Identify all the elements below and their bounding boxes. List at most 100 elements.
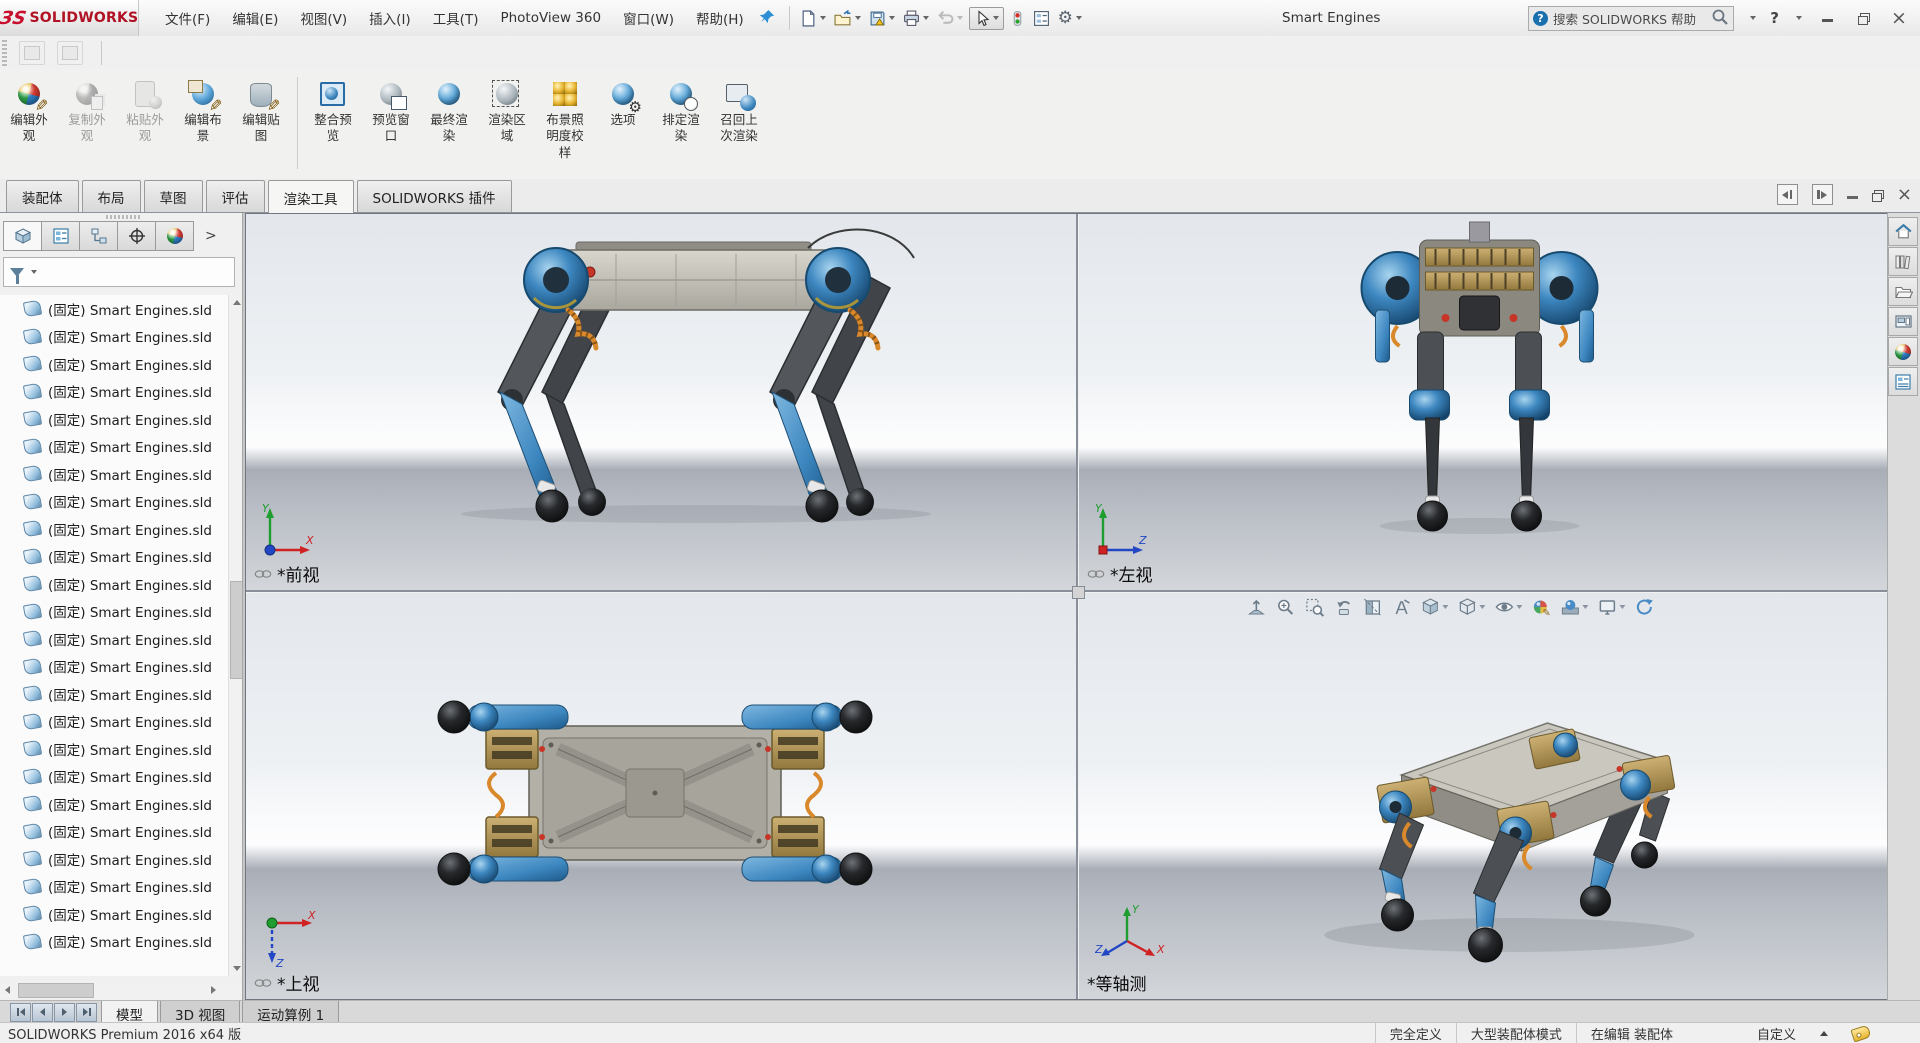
appearances-scenes-icon[interactable] — [1888, 337, 1918, 366]
apply-scene-icon[interactable] — [1560, 597, 1588, 617]
copy-appearance-button[interactable]: 复制外观 — [58, 77, 116, 147]
restore-button[interactable] — [1852, 9, 1874, 27]
doc-close-button[interactable]: × — [1897, 184, 1912, 205]
featuremanager-tree-icon[interactable] — [3, 221, 42, 251]
pane-next-button[interactable] — [1812, 184, 1833, 205]
commandmanager-tab[interactable]: 布局 — [82, 180, 141, 212]
tree-item[interactable]: (固定) Smart Engines.sld — [0, 405, 245, 433]
close-button[interactable]: × — [1888, 7, 1910, 29]
render-region-button[interactable]: 渲染区域 — [478, 77, 536, 147]
new-document-icon[interactable] — [798, 7, 828, 30]
minimize-button[interactable] — [1816, 9, 1838, 27]
viewport-left[interactable]: Y Z *左视 — [1079, 214, 1887, 590]
search-dropdown[interactable] — [1747, 16, 1756, 20]
tree-item[interactable]: (固定) Smart Engines.sld — [0, 570, 245, 598]
menu-item[interactable]: PhotoView 360 — [490, 4, 611, 32]
viewport-front[interactable]: Y X *前视 — [246, 214, 1076, 590]
menu-item[interactable]: 编辑(E) — [222, 2, 288, 34]
annotation-view-icon[interactable] — [1391, 597, 1411, 617]
view-orientation-icon[interactable] — [1420, 597, 1448, 617]
tree-item[interactable]: (固定) Smart Engines.sld — [0, 323, 245, 351]
customize-caret-icon[interactable] — [1820, 1031, 1828, 1036]
rotate-view-icon[interactable] — [1634, 597, 1654, 617]
hide-show-items-icon[interactable] — [1494, 597, 1522, 617]
panel-tabs-overflow-icon[interactable]: > — [205, 228, 217, 244]
tag-icon[interactable] — [1850, 1024, 1871, 1042]
options-gear-icon[interactable]: ⚙ — [1056, 5, 1084, 31]
propertymanager-icon[interactable] — [41, 221, 80, 251]
viewport-splitter-handle[interactable] — [1072, 586, 1085, 599]
final-render-button[interactable]: 最终渲染 — [420, 77, 478, 147]
display-style-icon[interactable] — [1457, 597, 1485, 617]
tree-item[interactable]: (固定) Smart Engines.sld — [0, 763, 245, 791]
commandmanager-tab[interactable]: 草图 — [144, 180, 203, 212]
panel-resize-handle[interactable] — [106, 215, 140, 219]
custom-properties-icon[interactable] — [1888, 367, 1918, 396]
view-settings-icon[interactable] — [1597, 597, 1625, 617]
next-tab-icon[interactable] — [54, 1003, 75, 1022]
select-cursor-icon[interactable] — [969, 7, 1004, 30]
print-icon[interactable] — [901, 7, 931, 30]
displaymanager-icon[interactable] — [155, 221, 194, 251]
tree-item[interactable]: (固定) Smart Engines.sld — [0, 845, 245, 873]
graphics-area[interactable]: Y X *前视 — [245, 213, 1888, 1000]
configurationmanager-icon[interactable] — [79, 221, 118, 251]
menu-item[interactable]: 帮助(H) — [686, 2, 754, 34]
section-view-icon[interactable] — [1362, 597, 1382, 617]
tree-item[interactable]: (固定) Smart Engines.sld — [0, 433, 245, 461]
home-icon[interactable] — [1888, 217, 1918, 246]
doc-minimize-button[interactable] — [1847, 186, 1858, 204]
dimxpertmanager-icon[interactable] — [117, 221, 156, 251]
filter-dropdown-icon[interactable] — [31, 270, 37, 274]
scene-illumination-proof-button[interactable]: 布景照明度校样 — [536, 77, 594, 163]
first-tab-icon[interactable] — [10, 1003, 31, 1022]
schedule-render-button[interactable]: 排定渲染 — [652, 77, 710, 147]
tree-item[interactable]: (固定) Smart Engines.sld — [0, 818, 245, 846]
design-library-icon[interactable] — [1888, 247, 1918, 276]
commandmanager-tab[interactable]: SOLIDWORKS 插件 — [357, 180, 512, 212]
menu-item[interactable]: 文件(F) — [155, 2, 220, 34]
last-tab-icon[interactable] — [76, 1003, 97, 1022]
tree-filter-bar[interactable] — [3, 257, 235, 287]
doc-restore-button[interactable] — [1872, 186, 1883, 204]
edit-appearance-button[interactable]: 编辑外观 — [0, 77, 58, 147]
toolbar-drag-handle[interactable] — [2, 40, 7, 66]
paste-appearance-button[interactable]: 粘贴外观 — [116, 77, 174, 147]
pane-previous-button[interactable] — [1777, 184, 1798, 205]
edit-decal-button[interactable]: 编辑贴图 — [232, 77, 290, 147]
previous-view-icon[interactable] — [1333, 597, 1353, 617]
commandmanager-tab[interactable]: 装配体 — [6, 180, 79, 212]
preview-window-button[interactable]: 预览窗口 — [362, 77, 420, 147]
tree-item[interactable]: (固定) Smart Engines.sld — [0, 653, 245, 681]
tree-item[interactable]: (固定) Smart Engines.sld — [0, 543, 245, 571]
tree-item[interactable]: (固定) Smart Engines.sld — [0, 460, 245, 488]
edit-appearance-icon[interactable]: ✎ — [1531, 597, 1551, 617]
scroll-thumb[interactable] — [18, 983, 94, 998]
scroll-right-icon[interactable] — [206, 982, 221, 997]
rebuild-icon[interactable] — [1008, 7, 1027, 30]
viewport-top[interactable]: X Z *上视 — [246, 593, 1076, 999]
model-tab[interactable]: 3D 视图 — [160, 1001, 240, 1023]
view-palette-icon[interactable] — [1888, 307, 1918, 336]
menu-item[interactable]: 窗口(W) — [613, 2, 684, 34]
save-icon[interactable] — [867, 7, 897, 30]
commandmanager-tab[interactable]: 渲染工具 — [268, 180, 354, 213]
scroll-left-icon[interactable] — [0, 982, 15, 997]
file-properties-icon[interactable] — [1031, 7, 1052, 30]
magnifier-icon[interactable] — [1711, 8, 1729, 30]
tree-horizontal-scrollbar[interactable] — [0, 982, 243, 998]
customize-menu[interactable]: 自定义 — [1757, 1024, 1796, 1043]
previous-tab-icon[interactable] — [32, 1003, 53, 1022]
tree-item[interactable]: (固定) Smart Engines.sld — [0, 488, 245, 516]
model-tab[interactable]: 运动算例 1 — [242, 1001, 339, 1023]
undo-icon[interactable] — [935, 7, 965, 30]
tree-item[interactable]: (固定) Smart Engines.sld — [0, 350, 245, 378]
menu-item[interactable]: 视图(V) — [290, 2, 357, 34]
tree-item[interactable]: (固定) Smart Engines.sld — [0, 928, 245, 956]
tree-item[interactable]: (固定) Smart Engines.sld — [0, 598, 245, 626]
file-explorer-icon[interactable] — [1888, 277, 1918, 306]
tree-item[interactable]: (固定) Smart Engines.sld — [0, 735, 245, 763]
pushpin-icon[interactable] — [760, 9, 775, 28]
menu-item[interactable]: 插入(I) — [359, 2, 421, 34]
zoom-to-fit-icon[interactable] — [1246, 597, 1266, 617]
